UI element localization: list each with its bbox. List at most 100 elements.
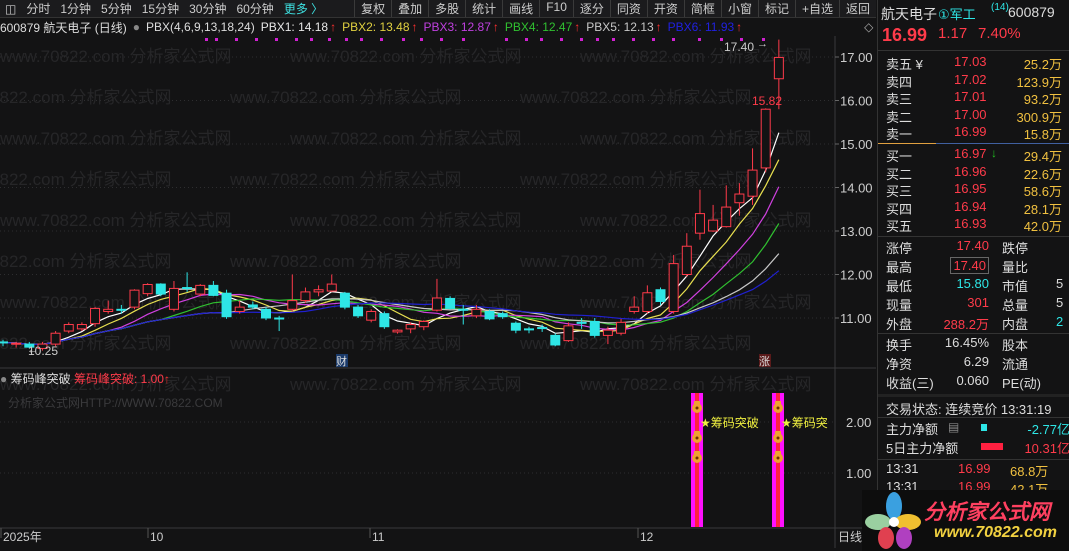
- indicator-dropdown-icon[interactable]: ●: [0, 372, 7, 386]
- watermark-text: www.70822.com 分析家公式网: [289, 211, 521, 230]
- candle: [445, 296, 456, 310]
- bid-row[interactable]: 买三 16.95 58.6万: [878, 181, 1069, 199]
- bid-row[interactable]: 买四 16.94 28.1万: [878, 199, 1069, 217]
- toolbar-button[interactable]: 简框: [683, 0, 721, 17]
- toolbar-button[interactable]: 多股: [428, 0, 465, 17]
- candle-body: [576, 321, 587, 324]
- up-arrow-icon: ↑: [655, 20, 662, 34]
- candle-body: [353, 306, 364, 317]
- ask-row[interactable]: 卖一 16.99 15.8万: [878, 124, 1069, 142]
- toolbar-button[interactable]: 叠加: [391, 0, 428, 17]
- event-badge-label: 涨: [759, 355, 770, 368]
- lower-indicator-name[interactable]: 筹码峰突破: [11, 372, 71, 386]
- stat-value: 5: [1056, 276, 1064, 291]
- candle-body: [602, 329, 613, 336]
- logo-url: www.70822.com: [934, 524, 1058, 541]
- ask-row[interactable]: 卖二 17.00 300.9万: [878, 107, 1069, 125]
- bid-row[interactable]: 买五 16.93 42.0万: [878, 216, 1069, 234]
- layout-toggle-icon[interactable]: ◫: [0, 2, 21, 16]
- toolbar-button[interactable]: 统计: [465, 0, 502, 17]
- stock-name: 航天电子: [881, 6, 937, 22]
- pbx-value: PBX4: 12.47: [504, 20, 573, 34]
- indicator-dropdown-icon[interactable]: ●: [133, 20, 140, 34]
- five-day-flow-row[interactable]: 5日主力净额 10.31亿: [878, 438, 1069, 456]
- stock-header[interactable]: 航天电子 ①军工 (14) 600879: [878, 2, 1069, 22]
- stat-label: 最高: [886, 260, 913, 275]
- bid-row[interactable]: 买一 16.97 29.4万: [878, 146, 1069, 164]
- toolbar-button[interactable]: 逐分: [572, 0, 610, 17]
- diamond-icon[interactable]: ◇: [864, 20, 873, 34]
- stat-label: 内盘: [1002, 317, 1029, 332]
- period-tab[interactable]: 15分钟: [137, 0, 184, 17]
- signal-dot: [652, 38, 655, 41]
- candle-body: [155, 283, 166, 295]
- stat-label: PE(动): [1002, 376, 1042, 391]
- last-price: 16.99: [882, 25, 928, 45]
- ask-row[interactable]: 卖五 ¥ 17.03 25.2万: [878, 54, 1069, 72]
- candle-body: [655, 289, 666, 302]
- bid-price: 16.93: [954, 216, 987, 231]
- stat-label: 量比: [1002, 260, 1029, 275]
- divider: [878, 394, 1069, 397]
- candle: [497, 311, 508, 319]
- high-price-label: 17.40: [724, 40, 754, 54]
- ask-price: 17.01: [954, 89, 987, 104]
- quote-panel: 航天电子 ①军工 (14) 600879 16.99 1.17 7.40% 卖五 ¥ 17.03…: [877, 0, 1069, 551]
- up-arrow-icon: ↑: [492, 20, 499, 34]
- sector-tag: ①军工: [938, 7, 976, 22]
- watermark-text: www.70822.com 分析家公式网: [0, 88, 171, 107]
- ask-row[interactable]: 卖三 17.01 93.2万: [878, 89, 1069, 107]
- toolbar-button[interactable]: 标记: [757, 0, 795, 17]
- main-flow-row[interactable]: 主力净额 -2.77亿: [878, 419, 1069, 437]
- ask-label: 卖四: [886, 74, 913, 90]
- bid-price: 16.97: [954, 146, 987, 161]
- candle-body: [63, 324, 74, 332]
- indicator-name[interactable]: PBX(4,6,9,13,18,24): [146, 20, 255, 34]
- candle-body: [563, 325, 574, 342]
- stat-label: 外盘: [886, 317, 913, 332]
- toolbar-button[interactable]: 同资: [609, 0, 647, 17]
- stat-row: 换手 16.45% 股本: [878, 335, 1069, 353]
- y-tick-label: 14.00: [840, 181, 873, 196]
- candle: [129, 289, 140, 310]
- bid-row[interactable]: 买二 16.96 22.6万: [878, 164, 1069, 182]
- toolbar-button[interactable]: 开资: [646, 0, 684, 17]
- stat-label: 收益(三): [886, 376, 934, 391]
- candle-body: [116, 308, 127, 311]
- bid-volume: 28.1万: [1023, 201, 1062, 217]
- candle-body: [734, 193, 745, 204]
- period-tab[interactable]: 30分钟: [184, 0, 231, 17]
- toolbar-button[interactable]: 复权: [354, 0, 391, 17]
- more-periods-button[interactable]: 更多 〉: [279, 0, 328, 17]
- list-icon[interactable]: ▤: [948, 420, 959, 434]
- toolbar-button[interactable]: +自选: [794, 0, 839, 17]
- period-tab[interactable]: 分时: [21, 0, 55, 17]
- period-label[interactable]: 日线: [838, 530, 862, 544]
- period-tab[interactable]: 1分钟: [55, 0, 96, 17]
- stat-value: 15.80: [956, 276, 989, 291]
- toolbar-button[interactable]: 返回: [838, 0, 876, 17]
- price-change: 1.17: [938, 25, 968, 42]
- signal-dot: [632, 38, 635, 41]
- candle-body: [405, 324, 416, 330]
- watermark-text: www.70822.com 分析家公式网: [519, 170, 751, 189]
- x-tick-label: 11: [372, 530, 385, 544]
- candle-body: [629, 306, 640, 312]
- period-tab[interactable]: 5分钟: [96, 0, 137, 17]
- toolbar-button[interactable]: 画线: [502, 0, 539, 17]
- ma-line-13: [2, 223, 780, 346]
- kline-chart[interactable]: www.70822.com 分析家公式网 www.70822.com 分析家公式网…: [0, 36, 876, 548]
- flow-label: 主力净额: [886, 422, 939, 437]
- candle: [642, 285, 653, 314]
- period-tab[interactable]: 60分钟: [231, 0, 278, 17]
- ask-row[interactable]: 卖四 17.02 123.9万: [878, 72, 1069, 90]
- toolbar-button[interactable]: F10: [539, 0, 573, 17]
- down-arrow-icon: ↓: [991, 146, 997, 160]
- candle-body: [747, 169, 758, 197]
- toolbar-button[interactable]: 小窗: [720, 0, 758, 17]
- candle-body: [129, 289, 140, 308]
- stat-label: 总量: [1002, 298, 1029, 313]
- y-tick-label: 11.00: [840, 311, 872, 326]
- flow-label: 5日主力净额: [886, 441, 959, 456]
- signal-dot: [612, 38, 615, 41]
